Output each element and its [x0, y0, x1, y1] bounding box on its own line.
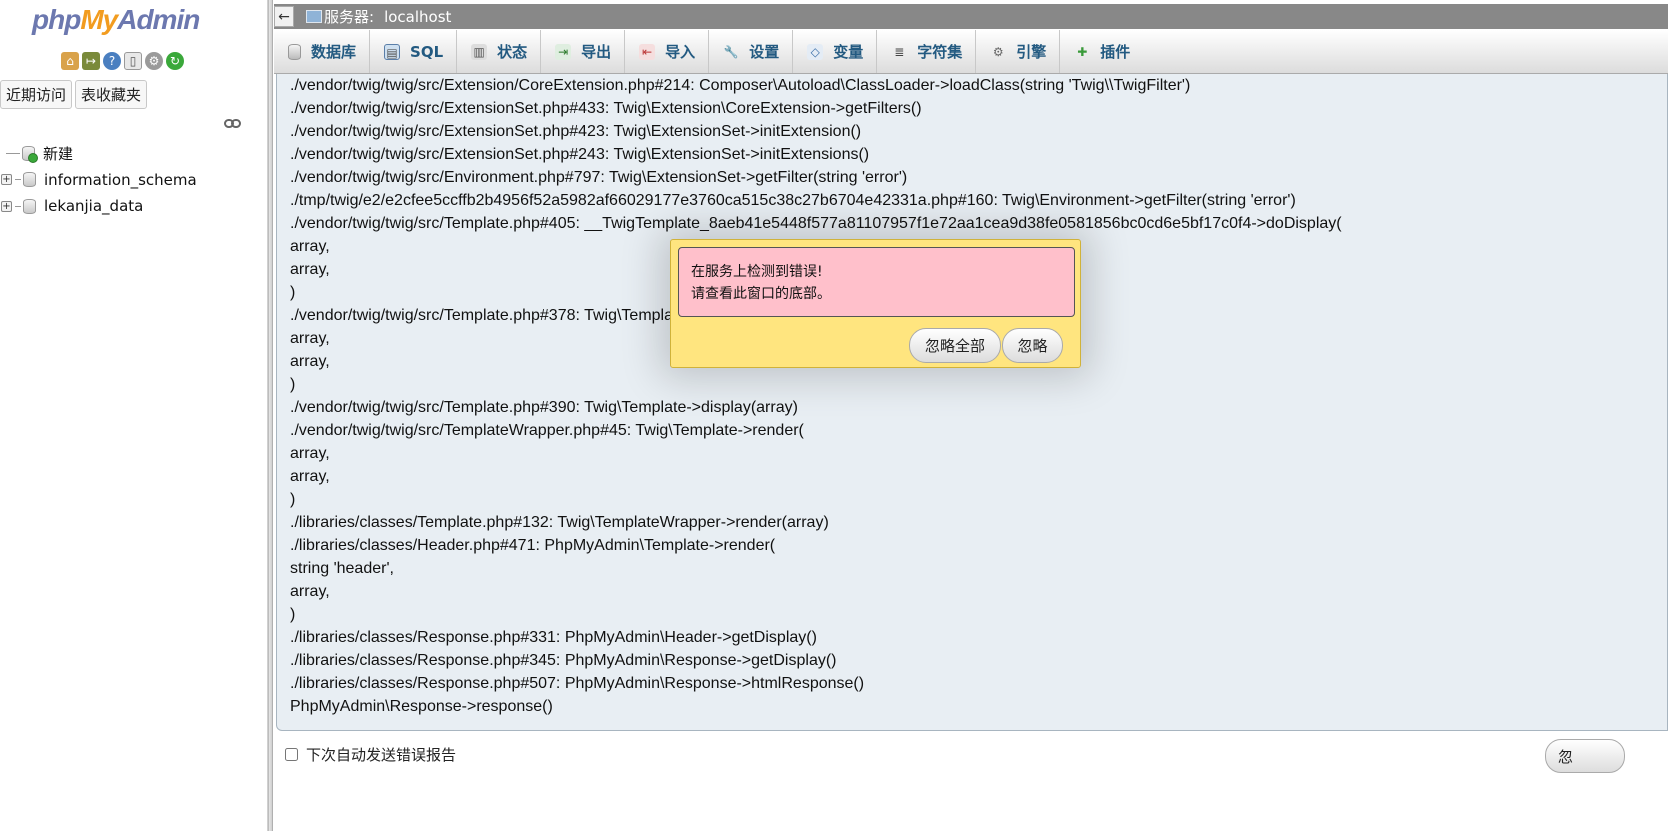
auto-report-checkbox[interactable]: [285, 748, 298, 761]
tab-variables[interactable]: ◇ 变量: [793, 30, 878, 73]
tree-item-label: information_schema: [44, 170, 197, 189]
trace-line: ./vendor/twig/twig/src/Extension/CoreExt…: [290, 77, 1191, 94]
collapse-nav-button[interactable]: ←: [274, 6, 294, 27]
link-icon[interactable]: [224, 118, 241, 129]
tab-charset[interactable]: ≣ 字符集: [877, 30, 977, 73]
trace-lines: ./vendor/twig/twig/src/Extension/CoreExt…: [290, 74, 1667, 718]
tree-connector: [15, 179, 21, 181]
nav-tabs: 近期访问 表收藏夹: [0, 80, 148, 109]
ignore-button[interactable]: 忽略: [1002, 328, 1063, 363]
error-dialog: 在服务上检测到错误! 请查看此窗口的底部。 忽略全部 忽略: [670, 239, 1081, 368]
wrench-icon: 🔧: [723, 44, 739, 59]
docs-icon[interactable]: ▯: [124, 52, 142, 70]
trace-line: ./vendor/twig/twig/src/ExtensionSet.php#…: [290, 123, 862, 140]
sql-icon: ▤: [384, 43, 401, 60]
nav-icon-bar: ⌂ ↦ ? ▯ ⚙ ↻: [61, 52, 184, 70]
variables-icon: ◇: [807, 43, 824, 60]
settings-icon[interactable]: ⚙: [145, 52, 163, 70]
trace-line: ./vendor/twig/twig/src/Template.php#390:…: [290, 399, 798, 416]
trace-line: ./libraries/classes/Response.php#345: Ph…: [290, 652, 837, 669]
tree-connector: [15, 205, 21, 207]
trace-line: array,: [290, 468, 330, 485]
error-message-line-1: 在服务上检测到错误!: [691, 264, 823, 280]
trace-line: ): [290, 606, 296, 623]
navigation-panel: phpMyAdmin ⌂ ↦ ? ▯ ⚙ ↻ 近期访问 表收藏夹 新建 + in…: [0, 0, 268, 831]
database-tree: 新建 + information_schema + lekanjia_data: [0, 140, 197, 220]
trace-line: ./libraries/classes/Response.php#507: Ph…: [290, 675, 865, 692]
tab-databases[interactable]: 数据库: [274, 30, 371, 73]
plugin-icon: ✚: [1077, 44, 1088, 59]
tab-engines[interactable]: ⚙ 引擎: [976, 30, 1061, 73]
trace-line: ./tmp/twig/e2/e2cfee5ccffb2b4956f52a5982…: [290, 192, 1296, 209]
trace-line: ./vendor/twig/twig/src/ExtensionSet.php#…: [290, 100, 922, 117]
trace-line: ./libraries/classes/Header.php#471: PhpM…: [290, 537, 776, 554]
engine-icon: ⚙: [992, 44, 1004, 59]
auto-report-label: 下次自动发送错误报告: [306, 746, 457, 764]
trace-line: ./vendor/twig/twig/src/TemplateWrapper.p…: [290, 422, 804, 439]
server-host-link[interactable]: localhost: [384, 8, 451, 26]
trace-line: ): [290, 376, 296, 393]
nav-resize-handle[interactable]: [268, 0, 273, 831]
tree-item-information-schema[interactable]: + information_schema: [0, 167, 197, 194]
export-icon: ⇥: [555, 43, 572, 60]
error-message-line-2: 请查看此窗口的底部。: [691, 286, 831, 302]
tab-plugins[interactable]: ✚ 插件: [1060, 30, 1143, 73]
trace-line: string 'header',: [290, 560, 394, 577]
error-trace-panel: ./vendor/twig/twig/src/Extension/CoreExt…: [276, 74, 1668, 731]
tree-item-label: lekanjia_data: [44, 197, 144, 216]
recent-tab[interactable]: 近期访问: [0, 80, 73, 109]
tab-import[interactable]: ⇤ 导入: [625, 30, 710, 73]
error-message: 在服务上检测到错误! 请查看此窗口的底部。: [678, 247, 1075, 317]
trace-line: ./libraries/classes/Response.php#331: Ph…: [290, 629, 817, 646]
trace-line: ./vendor/twig/twig/src/ExtensionSet.php#…: [290, 146, 870, 163]
charset-icon: ≣: [894, 44, 905, 59]
favorites-tab[interactable]: 表收藏夹: [75, 80, 148, 109]
help-icon[interactable]: ?: [103, 52, 121, 70]
tree-item-new[interactable]: 新建: [0, 140, 197, 167]
server-icon: [306, 10, 322, 23]
database-icon: [23, 198, 36, 214]
trace-line: PhpMyAdmin\Response->response(): [290, 698, 553, 715]
trace-line: ./libraries/classes/Template.php#132: Tw…: [290, 514, 829, 531]
home-icon[interactable]: ⌂: [61, 52, 79, 70]
phpmyadmin-logo[interactable]: phpMyAdmin: [32, 4, 200, 36]
tab-export[interactable]: ⇥ 导出: [541, 30, 626, 73]
tree-item-label: 新建: [43, 144, 74, 163]
trace-line: ): [290, 491, 296, 508]
tab-status[interactable]: ▥ 状态: [457, 30, 542, 73]
tree-connector: [6, 152, 20, 154]
trace-line: ./vendor/twig/twig/src/Environment.php#7…: [290, 169, 908, 186]
ignore-all-button[interactable]: 忽略全部: [909, 328, 1001, 363]
expand-icon[interactable]: +: [1, 174, 12, 186]
trace-line: array,: [290, 445, 330, 462]
top-menu: 数据库 ▤ SQL ▥ 状态 ⇥ 导出 ⇤ 导入 🔧 设置 ◇ 变量 ≣ 字符集…: [274, 30, 1668, 74]
ignore-all-bottom-button[interactable]: 忽: [1545, 739, 1625, 773]
new-database-icon: [22, 145, 38, 163]
import-icon: ⇤: [639, 43, 656, 60]
database-icon: [288, 43, 301, 60]
reload-icon[interactable]: ↻: [166, 52, 184, 70]
database-icon: [23, 172, 36, 188]
tree-item-lekanjia-data[interactable]: + lekanjia_data: [0, 193, 197, 220]
server-label: 服务器:: [324, 8, 375, 26]
expand-icon[interactable]: +: [1, 200, 12, 212]
tab-settings[interactable]: 🔧 设置: [709, 30, 794, 73]
server-breadcrumb-bar: ← 服务器: localhost: [274, 4, 1668, 29]
auto-report-option: 下次自动发送错误报告: [285, 744, 456, 765]
exit-icon[interactable]: ↦: [82, 52, 100, 70]
trace-line: ./vendor/twig/twig/src/Template.php#405:…: [290, 215, 1342, 232]
trace-line: array,: [290, 583, 330, 600]
status-icon: ▥: [471, 43, 488, 60]
tab-sql[interactable]: ▤ SQL: [370, 30, 458, 73]
